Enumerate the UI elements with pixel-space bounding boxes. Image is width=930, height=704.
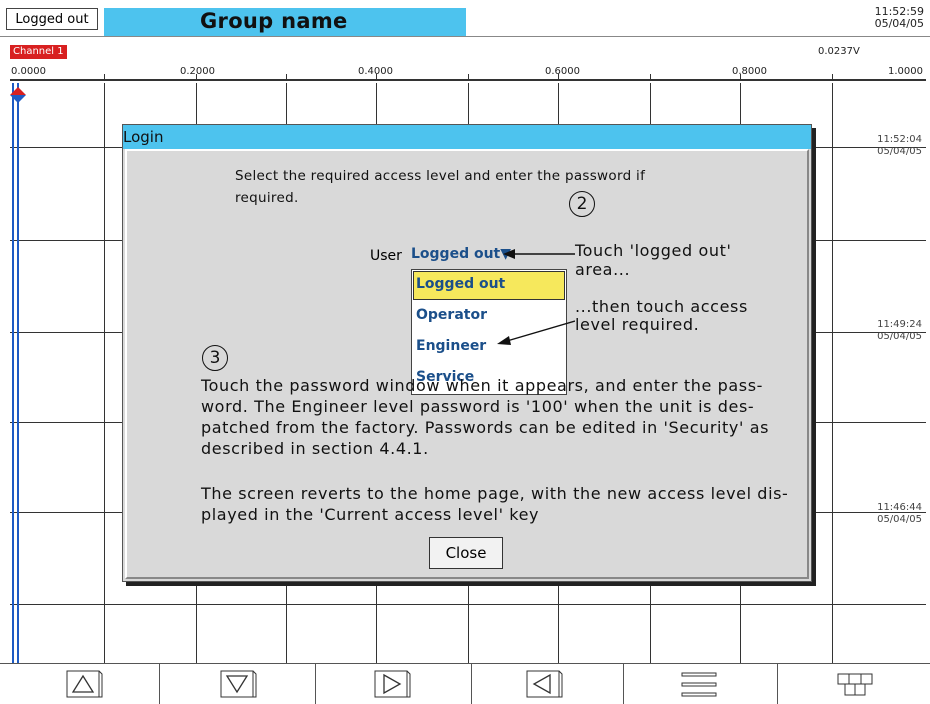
scroll-left-button[interactable] (472, 664, 624, 704)
group-name: Group name (200, 9, 348, 33)
scroll-right-icon (374, 670, 411, 698)
dialog-title-bar (123, 125, 811, 149)
timestamp: 11:52:04 05/04/05 (838, 134, 922, 158)
header-datetime: 11:52:59 05/04/05 (875, 6, 924, 30)
scale-tick (558, 74, 559, 80)
scale-tick-label: 0.0000 (11, 66, 46, 77)
scale-tick (196, 74, 197, 80)
timestamp: 11:46:44 05/04/05 (838, 502, 922, 526)
arrow-icon (503, 249, 575, 259)
trace-line (17, 83, 19, 663)
step2-line2: area... (575, 260, 631, 279)
dialog-body: Select the required access level and ent… (125, 149, 809, 579)
timestamp-time: 11:49:24 (877, 319, 922, 330)
grid-line (832, 83, 833, 663)
channel-reading: 0.0237V (818, 46, 860, 57)
arrow-icon (497, 320, 575, 345)
menu-icon (681, 672, 717, 697)
timestamp-date: 05/04/05 (877, 331, 922, 342)
scale-tick (286, 74, 287, 80)
option-operator[interactable]: Operator (416, 307, 487, 323)
scale-tick-label: 0.2000 (180, 66, 215, 77)
step2-line1: Touch 'logged out' (575, 241, 732, 260)
grid-line (104, 83, 105, 663)
step3-line4: described in section 4.4.1. (201, 439, 429, 458)
menu-button[interactable] (624, 664, 778, 704)
scroll-up-icon (66, 670, 103, 698)
scale-tick (740, 74, 741, 80)
scale-tick-label: 0.6000 (545, 66, 580, 77)
scale-tick-label: 0.8000 (732, 66, 767, 77)
step3-line3: patched from the factory. Passwords can … (201, 418, 770, 437)
timestamp-date: 05/04/05 (877, 514, 922, 525)
step-number-3: 3 (202, 345, 228, 371)
scale-tick (650, 74, 651, 80)
channel-marker-icon (10, 87, 26, 103)
revert-line2: played in the 'Current access level' key (201, 505, 540, 524)
timestamp-date: 05/04/05 (877, 146, 922, 157)
dialog-instruction: Select the required access level and ent… (235, 168, 646, 206)
bottom-toolbar (0, 663, 930, 704)
login-dialog: Login Select the required access level a… (122, 124, 812, 582)
step3-line2: word. The Engineer level password is '10… (201, 397, 755, 416)
timestamp-time: 11:52:04 (877, 134, 922, 145)
header-date: 05/04/05 (874, 17, 924, 30)
channel-badge[interactable]: Channel 1 (10, 45, 67, 59)
scroll-down-icon (220, 670, 257, 698)
scale-tick (376, 74, 377, 80)
header-divider (0, 36, 930, 37)
dialog-title: Login (123, 128, 164, 146)
revert-line1: The screen reverts to the home page, wit… (201, 484, 789, 503)
scale-tick (104, 74, 105, 80)
step-number-2: 2 (569, 191, 595, 217)
layout-icon (837, 673, 873, 696)
scroll-right-button[interactable] (316, 664, 472, 704)
scale-tick (832, 74, 833, 80)
option-logged-out[interactable]: Logged out (416, 276, 505, 292)
scale-tick (468, 74, 469, 80)
option-engineer[interactable]: Engineer (416, 338, 486, 354)
access-level-button[interactable]: Logged out (6, 8, 98, 30)
scroll-down-button[interactable] (160, 664, 316, 704)
layout-button[interactable] (778, 664, 930, 704)
grid-line (10, 604, 926, 605)
scroll-up-button[interactable] (0, 664, 160, 704)
scale-tick-label: 1.0000 (888, 66, 923, 77)
timestamp-time: 11:46:44 (877, 502, 922, 513)
timestamp: 11:49:24 05/04/05 (838, 319, 922, 343)
user-label: User (370, 248, 402, 264)
trace-line (12, 83, 14, 663)
scroll-left-icon (526, 670, 563, 698)
step3-line1: Touch the password window when it appear… (201, 376, 764, 395)
step2b-line2: level required. (575, 315, 700, 334)
close-button[interactable]: Close (429, 537, 503, 569)
step2b-line1: ...then touch access (575, 297, 748, 316)
user-level-select[interactable]: Logged out▼ (411, 246, 511, 262)
